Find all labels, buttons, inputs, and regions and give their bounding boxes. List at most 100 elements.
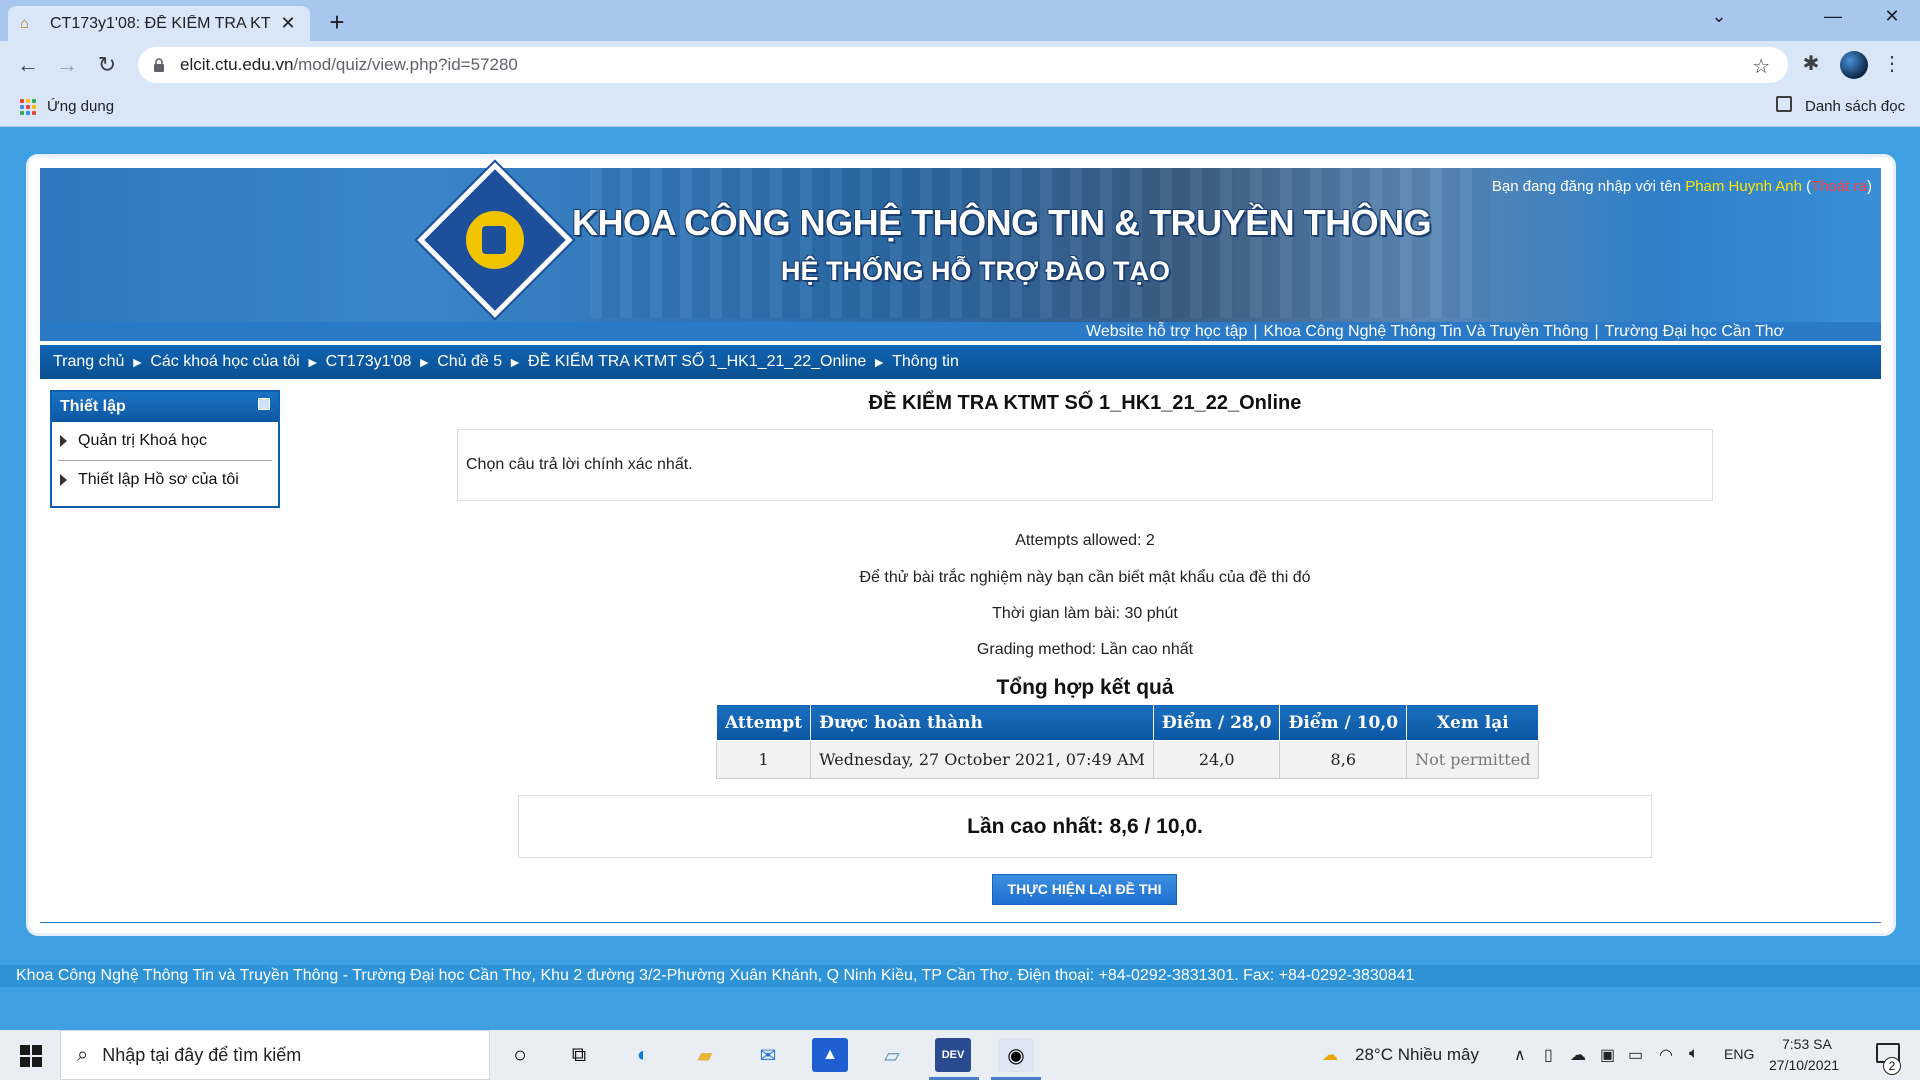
- browser-toolbar: ← → ↻ elcit.ctu.edu.vn/mod/quiz/view.php…: [0, 41, 1920, 89]
- breadcrumb-course[interactable]: CT173y1'08: [326, 353, 412, 371]
- cell-completed: Wednesday, 27 October 2021, 07:49 AM: [810, 740, 1154, 779]
- taskbar-search-placeholder: Nhập tại đây để tìm kiếm: [102, 1044, 302, 1065]
- breadcrumb-my-courses[interactable]: Các khoá học của tôi: [150, 353, 299, 371]
- close-window-button[interactable]: ✕: [1872, 6, 1912, 27]
- breadcrumb-quiz[interactable]: ĐỀ KIỂM TRA KTMT SỐ 1_HK1_21_22_Online: [528, 353, 866, 371]
- onedrive-cloud-icon[interactable]: ☁: [1570, 1045, 1586, 1065]
- settings-block-header: Thiết lập: [52, 392, 278, 422]
- best-grade: Lần cao nhất: 8,6 / 10,0.: [518, 795, 1652, 858]
- settings-block-title: Thiết lập: [60, 398, 126, 415]
- back-arrow-icon[interactable]: ←: [14, 51, 42, 79]
- breadcrumb-topic[interactable]: Chủ đề 5: [437, 353, 502, 371]
- apps-grid-icon[interactable]: [20, 99, 36, 115]
- col-score-28: Điểm / 28,0: [1152, 704, 1281, 741]
- block-collapse-icon[interactable]: [258, 398, 270, 410]
- breadcrumb-separator-icon: ►: [130, 354, 145, 370]
- table-header-row: Attempt Được hoàn thành Điểm / 28,0 Điểm…: [715, 704, 1540, 741]
- summary-title: Tổng hợp kết quả: [996, 676, 1174, 699]
- site-link-university[interactable]: Trường Đại học Cần Thơ: [1605, 323, 1784, 340]
- time-limit: Thời gian làm bài: 30 phút: [992, 605, 1178, 622]
- cortana-circle-icon[interactable]: ○: [502, 1038, 538, 1072]
- reload-icon[interactable]: ↻: [93, 51, 121, 79]
- mail-icon[interactable]: ✉: [750, 1038, 786, 1072]
- expand-arrow-icon: [60, 435, 67, 447]
- device-icon[interactable]: ▯: [1544, 1045, 1553, 1065]
- extensions-puzzle-icon[interactable]: ✱: [1797, 51, 1825, 79]
- col-review: Xem lại: [1406, 704, 1540, 741]
- edge-browser-icon[interactable]: ◐: [625, 1038, 661, 1072]
- banner-title: KHOA CÔNG NGHỆ THÔNG TIN & TRUYỀN THÔNG: [572, 202, 1432, 243]
- quiz-intro: Chọn câu trả lời chính xác nhất.: [457, 429, 1713, 501]
- sidebar-item-profile-settings[interactable]: Thiết lập Hồ sơ của tôi: [58, 460, 272, 498]
- breadcrumb-current: Thông tin: [892, 353, 959, 370]
- breadcrumb: Trang chủ ► Các khoá học của tôi ► CT173y1…: [40, 345, 1881, 379]
- windows-start-icon[interactable]: [20, 1045, 42, 1067]
- new-tab-button[interactable]: +: [322, 8, 352, 38]
- tab-title: CT173y1'08: ĐỀ KIỂM TRA KTMT: [50, 14, 270, 32]
- retry-quiz-button[interactable]: THỰC HIỆN LẠI ĐỀ THI: [992, 874, 1177, 905]
- site-favicon-icon: ⌂: [20, 15, 30, 32]
- search-icon: ⌕: [77, 1043, 89, 1066]
- sidebar-item-course-admin[interactable]: Quản trị Khoá học: [52, 422, 278, 460]
- bookmarks-bar: Ứng dụng Danh sách đọc: [0, 89, 1920, 127]
- wifi-icon[interactable]: ◠: [1659, 1045, 1673, 1065]
- content-divider: [40, 922, 1881, 923]
- col-attempt: Attempt: [715, 704, 812, 741]
- reading-list-button[interactable]: Danh sách đọc: [1805, 98, 1905, 115]
- close-tab-icon[interactable]: ✕: [278, 13, 298, 34]
- sidebar-item-label: Thiết lập Hồ sơ của tôi: [78, 470, 239, 488]
- site-link-faculty[interactable]: Khoa Công Nghệ Thông Tin Và Truyền Thông: [1264, 323, 1589, 340]
- notification-count-badge: 2: [1883, 1057, 1901, 1075]
- grading-method: Grading method: Lần cao nhất: [976, 641, 1194, 658]
- browser-menu-icon[interactable]: ⋮: [1878, 51, 1906, 79]
- cell-review: Not permitted: [1406, 740, 1540, 779]
- col-completed: Được hoàn thành: [810, 704, 1154, 741]
- settings-block: Thiết lập Quản trị Khoá học Thiết lập Hồ…: [50, 390, 280, 508]
- app-icon[interactable]: ▱: [874, 1038, 910, 1072]
- site-links: Website hỗ trợ học tập | Khoa Công Nghệ Th…: [1086, 323, 1784, 340]
- clock-time[interactable]: 7:53 SA: [1782, 1036, 1832, 1052]
- taskbar-search-box[interactable]: ⌕ Nhập tại đây để tìm kiếm: [60, 1030, 490, 1080]
- dev-cpp-icon[interactable]: DEV: [935, 1038, 971, 1072]
- volume-icon[interactable]: 🔈︎: [1689, 1045, 1699, 1063]
- weather-text[interactable]: 28°C Nhiều mây: [1355, 1045, 1479, 1065]
- user-name-link[interactable]: Pham Huynh Anh: [1685, 178, 1802, 195]
- logout-link[interactable]: Thoát ra: [1811, 178, 1867, 195]
- task-view-icon[interactable]: ⧉: [561, 1038, 597, 1072]
- attempts-table: Attempt Được hoàn thành Điểm / 28,0 Điểm…: [715, 704, 1540, 779]
- breadcrumb-separator-icon: ►: [305, 354, 320, 370]
- site-footer: Khoa Công Nghệ Thông Tin và Truyền Thông…: [0, 965, 1920, 987]
- table-row: 1 Wednesday, 27 October 2021, 07:49 AM 2…: [715, 740, 1540, 779]
- weather-cloud-sun-icon[interactable]: ☁: [1322, 1045, 1338, 1065]
- minimize-window-button[interactable]: —: [1813, 6, 1853, 27]
- browser-tab-strip: ⌂ CT173y1'08: ĐỀ KIỂM TRA KTMT ✕ + ⌄ — ✕: [0, 0, 1920, 41]
- password-note: Để thử bài trắc nghiệm này bạn cần biết …: [859, 569, 1311, 586]
- battery-icon[interactable]: ▭: [1628, 1045, 1643, 1065]
- university-logo-gear-icon: [482, 226, 506, 254]
- input-language[interactable]: ENG: [1724, 1046, 1754, 1062]
- attempts-allowed: Attempts allowed: 2: [1015, 532, 1155, 549]
- banner-subtitle: HỆ THỐNG HỖ TRỢ ĐÀO TẠO: [781, 256, 1171, 286]
- bookmark-star-icon[interactable]: ☆: [1752, 54, 1770, 79]
- forward-arrow-icon[interactable]: →: [53, 51, 81, 79]
- reading-list-icon[interactable]: [1776, 96, 1792, 112]
- profile-avatar[interactable]: [1840, 51, 1868, 79]
- breadcrumb-home[interactable]: Trang chủ: [53, 353, 124, 371]
- site-link-support[interactable]: Website hỗ trợ học tập: [1086, 323, 1247, 340]
- visual-studio-code-icon[interactable]: ▲: [812, 1038, 848, 1072]
- file-explorer-icon[interactable]: ▰: [687, 1038, 723, 1072]
- breadcrumb-separator-icon: ►: [417, 354, 432, 370]
- breadcrumb-separator-icon: ►: [508, 354, 523, 370]
- chrome-browser-icon[interactable]: ◉: [998, 1038, 1034, 1072]
- apps-bookmark[interactable]: Ứng dụng: [47, 98, 114, 115]
- show-hidden-icons-chevron-icon[interactable]: ∧: [1514, 1045, 1526, 1065]
- login-info: Bạn đang đăng nhập với tên Pham Huynh An…: [1491, 178, 1872, 195]
- clock-date[interactable]: 27/10/2021: [1769, 1057, 1839, 1073]
- display-icon[interactable]: ▣: [1600, 1045, 1615, 1065]
- col-score-10: Điểm / 10,0: [1279, 704, 1408, 741]
- tab-search-chevron-icon[interactable]: ⌄: [1699, 6, 1739, 27]
- expand-arrow-icon: [60, 473, 67, 486]
- address-bar[interactable]: elcit.ctu.edu.vn/mod/quiz/view.php?id=57…: [138, 47, 1788, 83]
- cell-score-10: 8,6: [1279, 740, 1408, 779]
- browser-tab[interactable]: ⌂ CT173y1'08: ĐỀ KIỂM TRA KTMT ✕: [8, 6, 310, 41]
